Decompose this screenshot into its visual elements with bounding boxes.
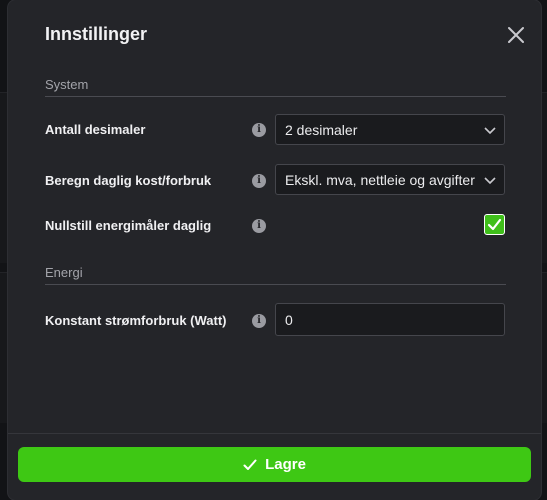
decimals-select-value: 2 desimaler: [285, 122, 358, 138]
save-button-label: Lagre: [265, 456, 306, 473]
reset-meter-label: Nullstill energimåler daglig: [45, 218, 212, 233]
chevron-down-icon: [484, 177, 496, 185]
section-header-system: System: [45, 77, 506, 97]
info-icon[interactable]: i: [252, 219, 266, 233]
close-icon: [508, 27, 524, 43]
section-header-energy: Energi: [45, 265, 506, 285]
chevron-down-icon: [484, 127, 496, 135]
constant-power-label: Konstant strømforbruk (Watt): [45, 313, 227, 328]
footer-divider: [8, 433, 541, 434]
settings-modal: Innstillinger System Antall desimaler i …: [8, 0, 541, 500]
info-icon[interactable]: i: [252, 314, 266, 328]
daily-cost-label: Beregn daglig kost/forbruk: [45, 173, 212, 188]
save-button[interactable]: Lagre: [18, 447, 531, 482]
daily-cost-select-value: Ekskl. mva, nettleie og avgifter: [285, 172, 475, 188]
close-button[interactable]: [506, 25, 526, 45]
decimals-select[interactable]: 2 desimaler: [275, 114, 505, 145]
daily-cost-select[interactable]: Ekskl. mva, nettleie og avgifter: [275, 164, 505, 195]
constant-power-input[interactable]: [275, 303, 505, 336]
reset-meter-checkbox[interactable]: [484, 214, 505, 235]
decimals-label: Antall desimaler: [45, 122, 146, 137]
modal-title: Innstillinger: [45, 24, 148, 44]
check-icon: [487, 218, 502, 231]
info-icon[interactable]: i: [252, 174, 266, 188]
check-icon: [243, 459, 257, 470]
info-icon[interactable]: i: [252, 123, 266, 137]
